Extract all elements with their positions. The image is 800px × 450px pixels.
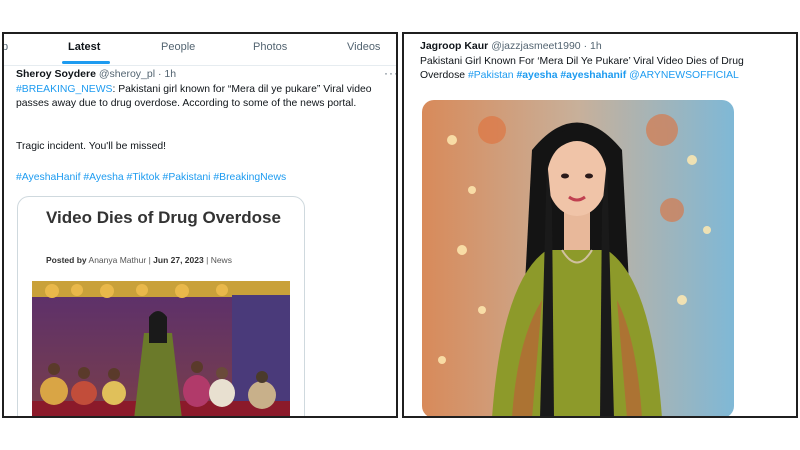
search-tabs: p Latest People Photos Videos: [4, 34, 396, 66]
meta-separator: |: [148, 255, 151, 265]
card-meta: Posted by Ananya Mathur | Jun 27, 2023 |…: [46, 255, 232, 265]
card-image: [32, 281, 290, 416]
card-author: Ananya Mathur: [88, 255, 147, 265]
hashtag[interactable]: #Pakistani: [163, 172, 211, 183]
tweet-header: Jagroop Kaur @jazzjasmeet1990 · 1h: [420, 40, 602, 52]
author-handle[interactable]: @jazzjasmeet1990: [491, 40, 580, 52]
hashtag[interactable]: #ayeshahanif: [560, 70, 626, 81]
card-category: News: [210, 255, 232, 265]
left-screenshot-panel: p Latest People Photos Videos Sheroy Soy…: [2, 32, 398, 418]
link-preview-card[interactable]: Video Dies of Drug Overdose Posted by An…: [17, 196, 305, 416]
tweet-time: · 1h: [157, 68, 177, 80]
tweet-text: #BREAKING_NEWS: Pakistani girl known for…: [16, 83, 388, 110]
mention[interactable]: @ARYNEWSOFFICIAL: [629, 70, 739, 81]
tweet-text-line: Tragic incident. You'll be missed!: [16, 141, 167, 152]
hashtag[interactable]: #Tiktok: [127, 172, 160, 183]
posted-by-label: Posted by: [46, 255, 87, 265]
card-date: Jun 27, 2023: [153, 255, 204, 265]
hashtag[interactable]: #Ayesha: [83, 172, 123, 183]
right-screenshot-panel: Jagroop Kaur @jazzjasmeet1990 · 1h Pakis…: [402, 32, 798, 418]
hashtag[interactable]: #BREAKING_NEWS: [16, 84, 112, 95]
more-horizontal-icon[interactable]: ···: [384, 66, 396, 80]
tab-latest[interactable]: Latest: [68, 41, 100, 53]
author-name[interactable]: Jagroop Kaur: [420, 40, 488, 52]
tweet-hashtags: #AyeshaHanif #Ayesha #Tiktok #Pakistani …: [16, 171, 286, 185]
meta-separator: |: [206, 255, 209, 265]
tab-photos[interactable]: Photos: [253, 41, 287, 53]
hashtag[interactable]: #ayesha: [516, 70, 557, 81]
tab-people[interactable]: People: [161, 41, 195, 53]
tweet-photo[interactable]: [422, 100, 734, 418]
tweet-header: Sheroy Soydere @sheroy_pl · 1h: [16, 68, 176, 80]
hashtag[interactable]: #Pakistan: [468, 70, 514, 81]
hashtag[interactable]: #AyeshaHanif: [16, 172, 81, 183]
tabs-divider: [4, 65, 396, 66]
tweet-text-line-2: Overdose #Pakistan #ayesha #ayeshahanif …: [420, 69, 739, 83]
author-handle[interactable]: @sheroy_pl: [99, 68, 155, 80]
hashtag[interactable]: #BreakingNews: [213, 172, 286, 183]
tab-top[interactable]: p: [4, 41, 8, 53]
author-name[interactable]: Sheroy Soydere: [16, 68, 96, 80]
tweet-text: Overdose: [420, 70, 466, 81]
card-title: Video Dies of Drug Overdose: [46, 208, 281, 227]
tab-videos[interactable]: Videos: [347, 41, 380, 53]
active-tab-indicator: [62, 61, 110, 64]
tweet-time: · 1h: [583, 40, 602, 52]
tweet-text-line: Pakistani Girl Known For ‘Mera Dil Ye Pu…: [420, 56, 744, 67]
